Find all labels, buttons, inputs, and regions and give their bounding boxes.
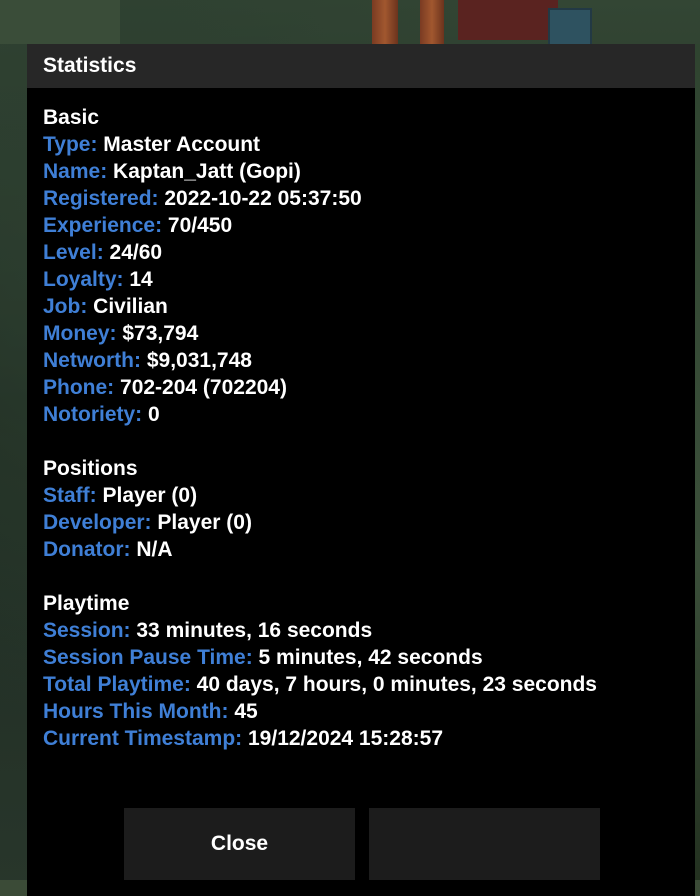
stat-label: Donator: xyxy=(43,538,131,561)
playtime-section: Playtime Session: 33 minutes, 16 seconds… xyxy=(43,590,695,752)
section-heading-positions: Positions xyxy=(43,457,138,480)
stat-value: Player (0) xyxy=(157,511,252,534)
background-scenery xyxy=(548,8,592,46)
stat-row-total-playtime: Total Playtime: 40 days, 7 hours, 0 minu… xyxy=(43,671,695,698)
section-heading-playtime: Playtime xyxy=(43,592,130,615)
stat-row-networth: Networth: $9,031,748 xyxy=(43,347,695,374)
stat-value: N/A xyxy=(136,538,173,561)
background-pillar xyxy=(420,0,444,44)
stat-label: Level: xyxy=(43,241,104,264)
statistics-dialog: Statistics Basic Type: Master Account Na… xyxy=(27,44,695,896)
stat-value: 14 xyxy=(129,268,153,291)
stat-value: 33 minutes, 16 seconds xyxy=(136,619,373,642)
stat-row-staff: Staff: Player (0) xyxy=(43,482,695,509)
stat-row-registered: Registered: 2022-10-22 05:37:50 xyxy=(43,185,695,212)
stat-row-job: Job: Civilian xyxy=(43,293,695,320)
stat-row-experience: Experience: 70/450 xyxy=(43,212,695,239)
stat-value: 45 xyxy=(234,700,258,723)
stat-label: Networth: xyxy=(43,349,141,372)
background-pillar xyxy=(372,0,398,44)
stat-value: 40 days, 7 hours, 0 minutes, 23 seconds xyxy=(196,673,597,696)
close-button[interactable]: Close xyxy=(124,808,355,880)
stat-value: Player (0) xyxy=(102,484,198,507)
stat-label: Session: xyxy=(43,619,131,642)
background-scenery xyxy=(458,0,558,40)
stat-label: Staff: xyxy=(43,484,97,507)
background-scenery xyxy=(0,0,120,44)
stat-row-money: Money: $73,794 xyxy=(43,320,695,347)
stat-label: Phone: xyxy=(43,376,115,399)
stat-value: Kaptan_Jatt (Gopi) xyxy=(113,160,301,183)
basic-section: Basic Type: Master Account Name: Kaptan_… xyxy=(43,104,695,428)
stat-label: Experience: xyxy=(43,214,163,237)
stat-value: 702-204 (702204) xyxy=(120,376,287,399)
stat-row-current-timestamp: Current Timestamp: 19/12/2024 15:28:57 xyxy=(43,725,695,752)
stat-row-loyalty: Loyalty: 14 xyxy=(43,266,695,293)
stat-row-session: Session: 33 minutes, 16 seconds xyxy=(43,617,695,644)
stat-label: Current Timestamp: xyxy=(43,727,243,750)
stat-label: Total Playtime: xyxy=(43,673,191,696)
stat-value: 5 minutes, 42 seconds xyxy=(258,646,483,669)
stat-label: Notoriety: xyxy=(43,403,143,426)
stat-row-developer: Developer: Player (0) xyxy=(43,509,695,536)
stat-value: $9,031,748 xyxy=(146,349,252,372)
stat-row-hours-this-month: Hours This Month: 45 xyxy=(43,698,695,725)
stat-row-phone: Phone: 702-204 (702204) xyxy=(43,374,695,401)
stat-label: Loyalty: xyxy=(43,268,124,291)
section-heading-basic: Basic xyxy=(43,106,100,129)
stat-row-name: Name: Kaptan_Jatt (Gopi) xyxy=(43,158,695,185)
stat-row-notoriety: Notoriety: 0 xyxy=(43,401,695,428)
stat-value: 24/60 xyxy=(109,241,163,264)
stat-value: 70/450 xyxy=(167,214,233,237)
stat-label: Name: xyxy=(43,160,108,183)
stat-label: Registered: xyxy=(43,187,159,210)
stat-label: Developer: xyxy=(43,511,152,534)
dialog-buttons: Close xyxy=(124,808,600,880)
stat-label: Session Pause Time: xyxy=(43,646,253,669)
stat-row-level: Level: 24/60 xyxy=(43,239,695,266)
positions-section: Positions Staff: Player (0) Developer: P… xyxy=(43,455,695,563)
stat-label: Type: xyxy=(43,133,98,156)
stat-row-session-pause-time: Session Pause Time: 5 minutes, 42 second… xyxy=(43,644,695,671)
stat-value: 2022-10-22 05:37:50 xyxy=(164,187,362,210)
dialog-title: Statistics xyxy=(43,54,137,77)
stat-row-donator: Donator: N/A xyxy=(43,536,695,563)
stat-label: Money: xyxy=(43,322,117,345)
stat-value: 19/12/2024 15:28:57 xyxy=(248,727,443,750)
stat-label: Job: xyxy=(43,295,88,318)
stat-row-type: Type: Master Account xyxy=(43,131,695,158)
secondary-button[interactable] xyxy=(369,808,600,880)
game-background: Statistics Basic Type: Master Account Na… xyxy=(0,0,700,896)
stat-value: Master Account xyxy=(103,133,261,156)
stat-value: 0 xyxy=(148,403,160,426)
stat-value: $73,794 xyxy=(122,322,199,345)
stat-label: Hours This Month: xyxy=(43,700,229,723)
stat-value: Civilian xyxy=(93,295,168,318)
dialog-titlebar[interactable]: Statistics xyxy=(27,44,695,88)
statistics-content: Basic Type: Master Account Name: Kaptan_… xyxy=(27,88,695,752)
